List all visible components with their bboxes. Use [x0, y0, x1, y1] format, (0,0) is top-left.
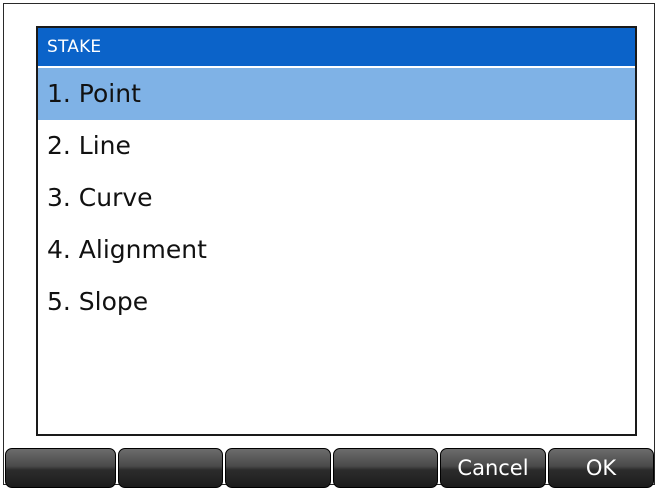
softkey-2[interactable] [118, 448, 223, 488]
menu-item-line[interactable]: 2. Line [38, 120, 635, 172]
menu-item-curve[interactable]: 3. Curve [38, 172, 635, 224]
softkey-bar: Cancel OK [5, 448, 655, 488]
cancel-button[interactable]: Cancel [440, 448, 546, 488]
dialog-title: STAKE [38, 28, 635, 66]
softkey-1[interactable] [5, 448, 116, 488]
softkey-3[interactable] [225, 448, 331, 488]
menu-item-slope[interactable]: 5. Slope [38, 276, 635, 328]
ok-button[interactable]: OK [548, 448, 654, 488]
softkey-4[interactable] [333, 448, 438, 488]
menu-item-alignment[interactable]: 4. Alignment [38, 224, 635, 276]
stake-menu-list: 1. Point 2. Line 3. Curve 4. Alignment 5… [38, 68, 635, 328]
menu-item-point[interactable]: 1. Point [38, 68, 635, 120]
stake-menu-dialog: STAKE 1. Point 2. Line 3. Curve 4. Align… [36, 26, 637, 436]
